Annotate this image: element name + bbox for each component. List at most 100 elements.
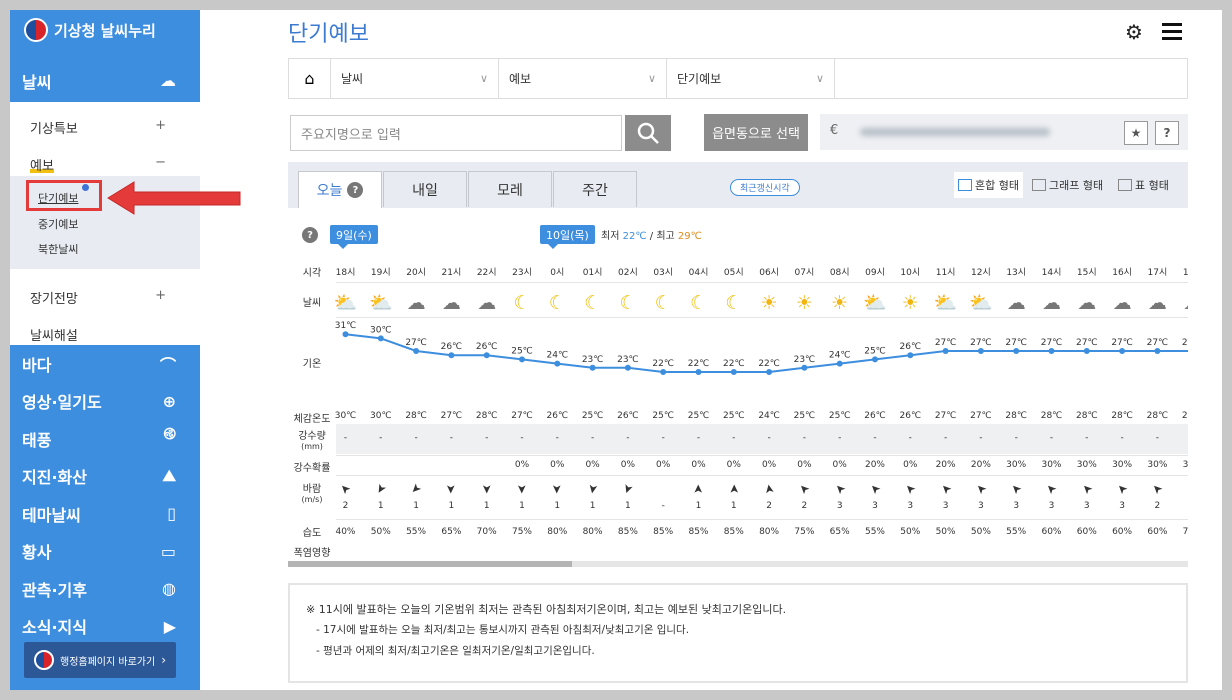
moon-icon: ☾ <box>689 292 708 314</box>
collapse-icon[interactable]: − <box>155 155 166 170</box>
dust-icon: ▭ <box>160 541 176 561</box>
humidity-cell: 50% <box>370 527 391 537</box>
browser-viewport: 기상청 날씨누리 날씨 ☁ 기상특보 + 예보 − 장기전망 + 날씨해설 단기… <box>10 10 1222 690</box>
wind-arrow-icon: ➤ <box>761 482 777 496</box>
homepage-button[interactable]: 행정홈페이지 바로가기 › <box>24 642 176 678</box>
nav-item-2[interactable]: 태풍 ࿋ <box>10 420 200 457</box>
breadcrumb-select-2[interactable]: 예보 ∨ <box>499 59 667 98</box>
new-badge <box>82 184 89 191</box>
humidity-cell: 50% <box>900 527 921 537</box>
forecast-tabbar: 오늘 ? 내일 모레 주간 최근갱신시각 혼합 형태 그래프 형태 표 형태 <box>288 162 1188 208</box>
prob-cell: 30% <box>1182 460 1188 470</box>
wind-speed-cell: 3 <box>1013 501 1020 511</box>
wind-speed-cell: 3 <box>1175 501 1188 511</box>
rain-cell: - <box>414 433 418 443</box>
tab-weekly[interactable]: 주간 <box>553 171 637 207</box>
temperature-point <box>377 335 384 342</box>
hour-cell: 20시 <box>406 268 426 278</box>
wind-speed-cell: 3 <box>836 501 843 511</box>
submenu-item-mid-term[interactable]: 중기예보 <box>38 216 78 232</box>
hour-cell: 19시 <box>370 268 391 278</box>
site-logo[interactable]: 기상청 날씨누리 <box>24 16 156 44</box>
menu-icon[interactable] <box>1162 23 1182 40</box>
temperature-label: 27℃ <box>1076 338 1098 348</box>
breadcrumb-select-3[interactable]: 단기예보 ∨ <box>667 59 835 98</box>
submenu-item-forecast[interactable]: 예보 <box>30 155 54 174</box>
temperature-label: 27℃ <box>1005 338 1027 348</box>
nav-item-6[interactable]: 관측·기후 ◍ <box>10 570 200 607</box>
hour-cell: 04시 <box>688 268 709 278</box>
help-icon[interactable]: ? <box>347 182 364 198</box>
tab-label: 오늘 <box>316 183 343 199</box>
wind-speed-cell: 3 <box>872 501 878 511</box>
moon-icon: ☾ <box>548 292 566 314</box>
wind-speed-cell: 1 <box>695 501 702 511</box>
moon-icon: ☾ <box>654 292 672 314</box>
feel-cell: 28℃ <box>405 411 427 421</box>
moon-icon: ☾ <box>513 292 531 314</box>
breadcrumb-select-1[interactable]: 날씨 ∨ <box>331 59 499 98</box>
help-icon[interactable]: ? <box>302 227 318 243</box>
wind-speed-cell: 1 <box>625 501 631 511</box>
humidity-cell: 50% <box>935 527 956 537</box>
home-icon[interactable]: ⌂ <box>289 59 331 98</box>
submenu-item-commentary[interactable]: 날씨해설 <box>30 325 78 344</box>
wind-arrow-icon: ➤ <box>336 480 355 498</box>
temperature-point <box>448 352 455 359</box>
scrollbar-thumb[interactable] <box>288 561 572 567</box>
nav-item-1[interactable]: 영상·일기도 ⊕ <box>10 383 200 420</box>
nav-weather[interactable]: 날씨 ☁ <box>10 62 200 99</box>
wind-arrow-icon: ➤ <box>691 483 706 495</box>
favorite-star-icon[interactable]: ★ <box>1124 121 1148 145</box>
search-input[interactable]: 주요지명으로 입력 <box>290 115 622 151</box>
location-prefix: € <box>830 123 839 138</box>
wind-speed-cell: 1 <box>554 501 561 511</box>
tab-today[interactable]: 오늘 ? <box>298 171 382 208</box>
date-tag-tomorrow: 10일(목) <box>540 225 595 249</box>
submenu-item-long-range[interactable]: 장기전망 <box>30 288 78 307</box>
view-table-button[interactable]: 표 형태 <box>1114 172 1173 198</box>
submenu-item-special-report[interactable]: 기상특보 <box>30 118 78 137</box>
view-label: 표 형태 <box>1135 179 1169 192</box>
humidity-cell: 80% <box>547 527 568 537</box>
wind-arrow-icon: ➤ <box>1042 480 1061 498</box>
horizontal-scrollbar[interactable] <box>288 561 1188 567</box>
temperature-label: 26℃ <box>441 342 463 352</box>
expand-icon[interactable]: + <box>155 118 166 133</box>
nav-item-4[interactable]: 테마날씨 ▯ <box>10 495 200 532</box>
search-button[interactable] <box>625 115 671 151</box>
gear-icon[interactable]: ⚙ <box>1125 20 1143 44</box>
view-mixed-button[interactable]: 혼합 형태 <box>954 172 1023 198</box>
satellite-icon: ⊕ <box>162 391 176 411</box>
temperature-label: 22℃ <box>688 359 710 369</box>
rain-cell: - <box>1155 433 1160 443</box>
feel-cell: 27℃ <box>970 411 992 421</box>
divider <box>336 475 1188 476</box>
feel-cell: 28℃ <box>1040 411 1063 421</box>
wind-arrow-icon: ➤ <box>1184 480 1188 498</box>
view-graph-button[interactable]: 그래프 형태 <box>1028 172 1107 198</box>
help-icon[interactable]: ? <box>1155 121 1179 145</box>
mixed-chart-icon <box>958 179 972 191</box>
volcano-icon: ⛰ <box>162 466 176 485</box>
temperature-label: 25℃ <box>864 346 886 356</box>
submenu-item-north-korea[interactable]: 북한날씨 <box>38 241 78 257</box>
nav-item-3[interactable]: 지진·화산 ⛰ <box>10 458 200 495</box>
wind-speed-cell: - <box>661 501 665 511</box>
cloudy-icon: ☁ <box>1042 292 1061 314</box>
nav-weather-label: 날씨 <box>22 72 52 92</box>
temperature-label: 26℃ <box>900 342 922 352</box>
refresh-time-button[interactable]: 최근갱신시각 <box>730 179 800 196</box>
wind-arrow-icon: ➤ <box>831 480 849 498</box>
prob-cell: 0% <box>903 460 918 470</box>
tab-tomorrow[interactable]: 내일 <box>383 171 467 207</box>
nav-item-7[interactable]: 소식·지식 ▶ <box>10 608 200 645</box>
row-label-prob: 강수확률 <box>293 463 331 474</box>
emblem-icon <box>24 18 48 42</box>
expand-icon[interactable]: + <box>155 288 166 303</box>
region-select-button[interactable]: 읍면동으로 선택 <box>704 114 808 151</box>
tab-day-after[interactable]: 모레 <box>468 171 552 207</box>
nav-item-0[interactable]: 바다 ⌒ <box>10 345 200 382</box>
feel-cell: 24℃ <box>758 411 780 421</box>
nav-item-5[interactable]: 황사 ▭ <box>10 533 200 570</box>
